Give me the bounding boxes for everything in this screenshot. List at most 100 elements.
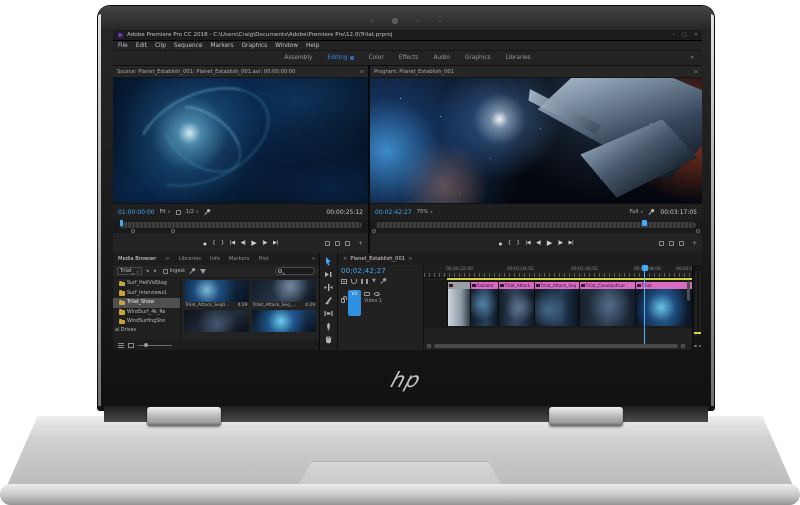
panel-menu-icon[interactable]: ≡: [694, 69, 698, 75]
thumbnail-view-icon[interactable]: [128, 343, 134, 348]
folder-item-selected[interactable]: Trilat_Show: [113, 298, 180, 308]
folder-item[interactable]: WindSurf_4k_Re: [113, 308, 180, 318]
program-zoom-dropdown[interactable]: 75% ∨: [417, 209, 433, 215]
source-scrub-bar[interactable]: [119, 222, 362, 228]
snap-icon[interactable]: [351, 279, 357, 284]
track-camera-icon[interactable]: [364, 292, 370, 296]
pen-tool[interactable]: [323, 321, 335, 331]
workspace-assembly[interactable]: Assembly: [284, 55, 312, 61]
panel-menu-icon[interactable]: ≡: [165, 256, 169, 262]
tab-libraries[interactable]: Libraries: [179, 256, 201, 262]
workspace-editing[interactable]: Editing: [327, 55, 353, 61]
menu-markers[interactable]: Markers: [211, 43, 234, 49]
thumbnail-zoom-slider[interactable]: [138, 345, 172, 346]
timeline-vertical-scrollbar[interactable]: [687, 281, 690, 301]
timeline-track-area[interactable]: 00;00;32;00 00;01;04;02 00;01;36;02 00;0…: [424, 265, 692, 350]
panel-menu-icon[interactable]: ≡: [360, 69, 364, 75]
source-fit-dropdown[interactable]: Fit ∨: [160, 209, 171, 215]
filter-icon[interactable]: [200, 269, 206, 274]
folder-item[interactable]: Surf_Interviews1: [113, 289, 180, 299]
go-to-out-button[interactable]: ▶|: [569, 240, 574, 246]
folder-item[interactable]: Surf_HeliVidStag: [113, 279, 180, 289]
overwrite-icon[interactable]: [335, 241, 340, 246]
timeline-clip[interactable]: Trilat_CloseUp#Lar: [579, 282, 635, 326]
timeline-clip[interactable]: Trilat_Attack_Seq: [534, 282, 579, 326]
clip-thumbnail[interactable]: [252, 310, 317, 332]
menu-graphics[interactable]: Graphics: [242, 43, 268, 49]
drives-label[interactable]: al Drives: [113, 327, 180, 335]
settings-icon[interactable]: [176, 210, 181, 215]
menu-window[interactable]: Window: [275, 43, 298, 49]
video-track-v1[interactable]: Radiolar Trilat_Attack Trilat_Attack_Seq: [424, 280, 692, 328]
clip-thumbnail[interactable]: [184, 280, 249, 302]
program-scrub-bar[interactable]: [376, 222, 696, 228]
timeline-settings-wrench-icon[interactable]: [380, 278, 387, 285]
source-playhead[interactable]: [120, 220, 123, 226]
ingest-checkbox[interactable]: Ingest: [163, 268, 185, 274]
go-to-in-button[interactable]: |◀: [230, 240, 235, 246]
menu-edit[interactable]: Edit: [136, 43, 147, 49]
source-scrubber[interactable]: [113, 220, 368, 233]
timeline-clip[interactable]: Trilat_Attack: [498, 282, 534, 326]
clip-thumbnail[interactable]: [252, 280, 317, 302]
menu-help[interactable]: Help: [306, 43, 319, 49]
workspace-color[interactable]: Color: [369, 55, 384, 61]
mark-in-button[interactable]: {: [508, 240, 511, 246]
program-monitor-video[interactable]: [370, 78, 702, 203]
workspace-overflow-chevron[interactable]: »: [690, 55, 694, 61]
lift-icon[interactable]: [659, 241, 664, 246]
close-button[interactable]: ×: [694, 32, 698, 38]
clip-thumbnail-cell[interactable]: Trilat_Attack_Seq0… 4:29: [184, 280, 249, 308]
folder-path-dropdown[interactable]: Trilat_ ∨: [117, 267, 142, 275]
step-forward-button[interactable]: |▶: [558, 240, 563, 246]
maximize-button[interactable]: □: [682, 32, 687, 38]
timeline-clip[interactable]: [447, 282, 470, 326]
workspace-libraries[interactable]: Libraries: [506, 55, 531, 61]
insert-icon[interactable]: [325, 241, 330, 246]
mark-in-button[interactable]: {: [212, 240, 215, 246]
timeline-horizontal-scrollbar[interactable]: [434, 344, 678, 348]
go-to-in-button[interactable]: |◀: [525, 240, 530, 246]
go-to-out-button[interactable]: ▶|: [273, 240, 278, 246]
export-frame-icon[interactable]: [679, 241, 684, 246]
back-forward-arrows[interactable]: ◂ ▸: [146, 268, 159, 274]
menu-clip[interactable]: Clip: [155, 43, 166, 49]
button-editor-plus[interactable]: +: [692, 240, 697, 247]
timeline-clip[interactable]: Radiolar: [470, 282, 498, 326]
add-marker-icon[interactable]: ▼: [372, 279, 376, 284]
step-back-button[interactable]: ◀|: [536, 240, 541, 246]
program-scrubber[interactable]: [370, 220, 702, 233]
selection-tool[interactable]: [323, 256, 335, 266]
program-resolution-dropdown[interactable]: Full ∨: [630, 209, 644, 215]
extract-icon[interactable]: [669, 241, 674, 246]
clip-thumbnail[interactable]: [184, 310, 249, 332]
hand-tool[interactable]: [323, 334, 335, 344]
slip-tool[interactable]: [323, 308, 335, 318]
folder-item[interactable]: WindSurfingSho: [113, 317, 180, 327]
source-resolution-dropdown[interactable]: 1/2 ∨: [186, 209, 199, 215]
source-monitor-video[interactable]: [113, 78, 368, 203]
timeline-timecode[interactable]: 00;02;42;27: [341, 267, 420, 275]
mark-out-button[interactable]: }: [517, 240, 520, 246]
step-back-button[interactable]: ◀|: [241, 240, 246, 246]
workspace-menu-icon[interactable]: [350, 56, 354, 60]
add-marker-button[interactable]: ●: [203, 241, 206, 246]
tab-markers[interactable]: Markers: [229, 256, 250, 262]
checkbox-icon[interactable]: [163, 269, 168, 274]
sequence-tab[interactable]: Planet_Establish_001: [350, 256, 405, 262]
button-editor-plus[interactable]: +: [358, 240, 363, 247]
play-button[interactable]: ▶: [547, 239, 552, 247]
ripple-edit-tool[interactable]: [323, 282, 335, 292]
close-sequence-icon[interactable]: ×: [343, 256, 347, 262]
step-forward-button[interactable]: |▶: [262, 240, 267, 246]
v1-track-target[interactable]: V1: [348, 290, 361, 316]
track-select-forward-tool[interactable]: [323, 269, 335, 279]
workspace-effects[interactable]: Effects: [399, 55, 419, 61]
minimize-button[interactable]: –: [673, 32, 676, 38]
nest-toggle-icon[interactable]: [341, 279, 347, 284]
razor-tool[interactable]: [323, 295, 335, 305]
tab-info[interactable]: Info: [210, 256, 220, 262]
track-visibility-eye-icon[interactable]: [374, 292, 380, 296]
workspace-graphics[interactable]: Graphics: [465, 55, 491, 61]
timeline-playhead[interactable]: [644, 265, 645, 344]
